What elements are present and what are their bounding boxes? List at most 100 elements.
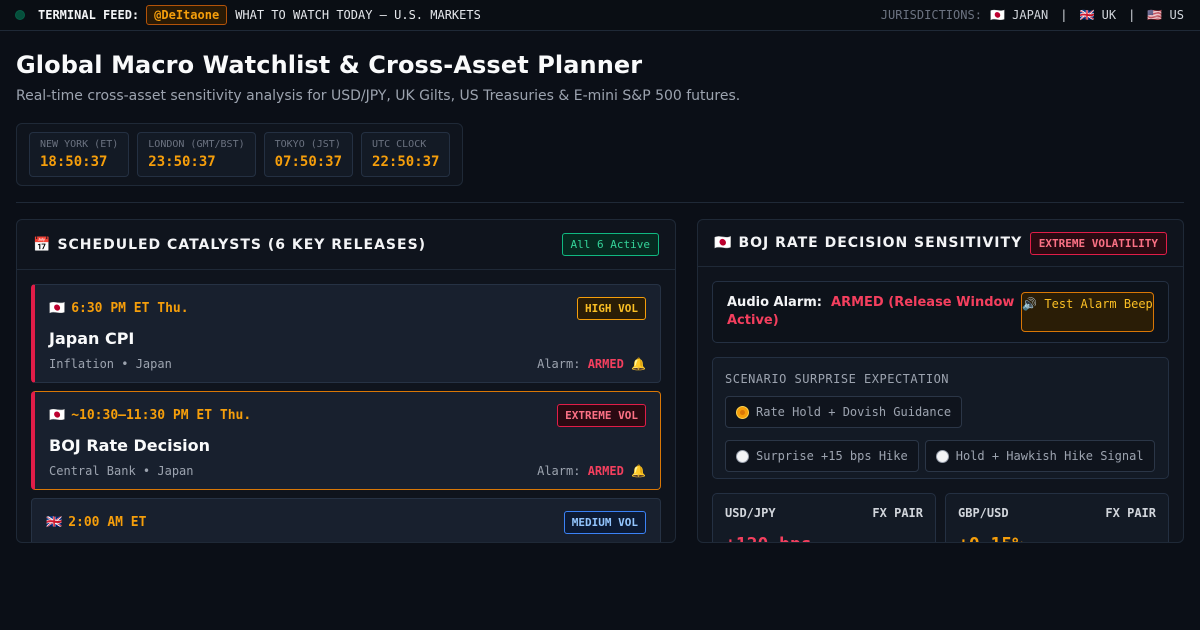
speaker-icon: 🔊 xyxy=(1022,297,1038,311)
jurisdiction-uk[interactable]: 🇬🇧 UK xyxy=(1079,8,1116,22)
sensitivity-card-usdjpy: USD/JPY FX PAIR +120 bps xyxy=(712,493,936,542)
catalysts-panel: 📅 SCHEDULED CATALYSTS (6 KEY RELEASES) A… xyxy=(16,219,676,543)
japan-flag-icon: 🇯🇵 xyxy=(714,235,733,251)
volatility-badge: HIGH VOL xyxy=(577,297,646,320)
alarm-label: Alarm: xyxy=(537,464,581,478)
clock-tokyo: TOKYO (JST) 07:50:37 xyxy=(263,132,354,177)
event-list: 🇯🇵 6:30 PM ET Thu. HIGH VOL Japan CPI Inf… xyxy=(17,270,675,542)
scenario-label: Rate Hold + Dovish Guidance xyxy=(756,405,952,419)
pair-name: GBP/USD xyxy=(958,506,1009,520)
pair-type: FX PAIR xyxy=(872,506,923,520)
event-time-text: 2:00 AM ET xyxy=(68,515,147,530)
jurisdiction-japan-label: JAPAN xyxy=(1012,8,1049,22)
clock-label: NEW YORK (ET) xyxy=(40,139,119,150)
radio-icon[interactable] xyxy=(736,449,749,463)
alarm-toggle[interactable]: Alarm: ARMED 🔔 xyxy=(537,357,646,371)
uk-flag-icon: 🇬🇧 xyxy=(46,515,63,530)
feed-label: TERMINAL FEED: xyxy=(38,8,140,22)
event-card-japan-cpi[interactable]: 🇯🇵 6:30 PM ET Thu. HIGH VOL Japan CPI Inf… xyxy=(31,284,661,383)
jurisdiction-japan[interactable]: 🇯🇵 JAPAN xyxy=(990,8,1048,22)
sensitivity-value: +0.15% xyxy=(958,534,1156,542)
scenario-selector: SCENARIO SURPRISE EXPECTATION Rate Hold … xyxy=(712,357,1169,479)
active-count-badge: All 6 Active xyxy=(561,233,659,256)
clock-time: 23:50:37 xyxy=(148,154,216,170)
pair-name: USD/JPY xyxy=(725,506,776,520)
sensitivity-card-gbpusd: GBP/USD FX PAIR +0.15% xyxy=(945,493,1169,542)
alarm-state: ARMED xyxy=(587,464,624,478)
bell-icon: 🔔 xyxy=(631,357,646,371)
clock-label: UTC CLOCK xyxy=(372,139,427,150)
japan-flag-icon: 🇯🇵 xyxy=(49,408,66,423)
feed-handle-link[interactable]: @DeItaone xyxy=(146,5,228,25)
clock-time: 07:50:37 xyxy=(274,154,343,170)
audio-alarm-label: Audio Alarm: xyxy=(727,295,822,310)
clock-new-york: NEW YORK (ET) 18:50:37 xyxy=(29,132,130,177)
boj-title-text: BOJ RATE DECISION SENSITIVITY xyxy=(738,235,1023,251)
scenario-option-surprise-hike[interactable]: Surprise +15 bps Hike xyxy=(725,440,919,472)
clock-time: 22:50:37 xyxy=(372,154,440,170)
sensitivity-value: +120 bps xyxy=(725,534,923,542)
event-meta: Inflation • Japan xyxy=(49,357,172,371)
world-clocks: NEW YORK (ET) 18:50:37 LONDON (GMT/BST) … xyxy=(16,123,464,186)
japan-flag-icon: 🇯🇵 xyxy=(989,8,1005,22)
separator: | xyxy=(1128,8,1136,22)
separator: | xyxy=(1060,8,1068,22)
event-meta: Central Bank • Japan xyxy=(49,464,194,478)
divider xyxy=(16,202,1184,203)
scenario-option-rate-hold[interactable]: Rate Hold + Dovish Guidance xyxy=(725,396,963,428)
event-name: BOJ Rate Decision xyxy=(49,436,210,455)
alarm-state: ARMED xyxy=(587,357,624,371)
scenario-label: Surprise +15 bps Hike xyxy=(756,449,908,463)
clock-label: LONDON (GMT/BST) xyxy=(148,139,245,150)
boj-header: 🇯🇵 BOJ RATE DECISION SENSITIVITY EXTREME… xyxy=(698,220,1183,267)
bell-icon: 🔔 xyxy=(631,464,646,478)
clock-utc: UTC CLOCK 22:50:37 xyxy=(361,132,451,177)
status-dot-icon xyxy=(16,11,24,19)
clock-london: LONDON (GMT/BST) 23:50:37 xyxy=(137,132,256,177)
boj-sensitivity-panel: 🇯🇵 BOJ RATE DECISION SENSITIVITY EXTREME… xyxy=(697,219,1184,543)
event-time: 🇯🇵 6:30 PM ET Thu. xyxy=(49,301,189,316)
page-title: Global Macro Watchlist & Cross-Asset Pla… xyxy=(16,51,643,79)
event-time: 🇬🇧 2:00 AM ET xyxy=(46,515,146,530)
volatility-badge: EXTREME VOL xyxy=(557,404,646,427)
uk-flag-icon: 🇬🇧 xyxy=(1079,8,1095,22)
panels: 📅 SCHEDULED CATALYSTS (6 KEY RELEASES) A… xyxy=(16,219,1184,543)
scenario-title: SCENARIO SURPRISE EXPECTATION xyxy=(725,372,950,386)
jurisdictions-label: JURISDICTIONS: xyxy=(880,8,982,22)
event-time-text: 6:30 PM ET Thu. xyxy=(71,301,189,316)
jurisdiction-uk-label: UK xyxy=(1101,8,1117,22)
clock-time: 18:50:37 xyxy=(40,154,108,170)
calendar-icon: 📅 xyxy=(33,236,52,253)
feed-headline: WHAT TO WATCH TODAY — U.S. MARKETS xyxy=(235,8,481,22)
jurisdictions: JURISDICTIONS: 🇯🇵 JAPAN | 🇬🇧 UK | 🇺🇸 US xyxy=(881,8,1184,22)
page-subtitle: Real-time cross-asset sensitivity analys… xyxy=(16,88,741,104)
japan-flag-icon: 🇯🇵 xyxy=(49,301,66,316)
alarm-label: Alarm: xyxy=(537,357,581,371)
clock-label: TOKYO (JST) xyxy=(274,139,341,150)
event-time: 🇯🇵 ~10:30–11:30 PM ET Thu. xyxy=(49,408,251,423)
catalysts-title-text: SCHEDULED CATALYSTS (6 KEY RELEASES) xyxy=(57,236,427,253)
event-card-uk[interactable]: 🇬🇧 2:00 AM ET MEDIUM VOL xyxy=(31,498,661,542)
us-flag-icon: 🇺🇸 xyxy=(1147,8,1163,22)
audio-alarm-box: Audio Alarm: ARMED (Release Window Activ… xyxy=(712,281,1169,343)
catalysts-title: 📅 SCHEDULED CATALYSTS (6 KEY RELEASES) xyxy=(33,237,426,253)
event-name: Japan CPI xyxy=(49,329,135,348)
jurisdiction-us[interactable]: 🇺🇸 US xyxy=(1147,8,1184,22)
radio-icon[interactable] xyxy=(935,449,949,463)
test-alarm-label: Test Alarm Beep xyxy=(1044,297,1153,311)
event-card-boj-rate-decision[interactable]: 🇯🇵 ~10:30–11:30 PM ET Thu. EXTREME VOL BO… xyxy=(31,391,661,490)
audio-alarm-status: Audio Alarm: ARMED (Release Window Activ… xyxy=(727,294,1017,330)
boj-title: 🇯🇵 BOJ RATE DECISION SENSITIVITY xyxy=(714,235,1022,251)
catalysts-header: 📅 SCHEDULED CATALYSTS (6 KEY RELEASES) A… xyxy=(17,220,675,270)
volatility-badge: MEDIUM VOL xyxy=(563,511,646,534)
test-alarm-button[interactable]: 🔊 Test Alarm Beep xyxy=(1021,292,1154,332)
pair-type: FX PAIR xyxy=(1105,506,1156,520)
volatility-badge: EXTREME VOLATILITY xyxy=(1029,231,1167,255)
alarm-toggle[interactable]: Alarm: ARMED 🔔 xyxy=(537,464,646,478)
radio-selected-icon[interactable] xyxy=(736,405,749,419)
sensitivity-cards: USD/JPY FX PAIR +120 bps GBP/USD FX PAIR +… xyxy=(712,493,1169,542)
scenario-option-hawkish-signal[interactable]: Hold + Hawkish Hike Signal xyxy=(924,440,1155,472)
event-time-text: ~10:30–11:30 PM ET Thu. xyxy=(71,408,252,423)
scenario-label: Hold + Hawkish Hike Signal xyxy=(955,449,1144,463)
jurisdiction-us-label: US xyxy=(1169,8,1184,22)
